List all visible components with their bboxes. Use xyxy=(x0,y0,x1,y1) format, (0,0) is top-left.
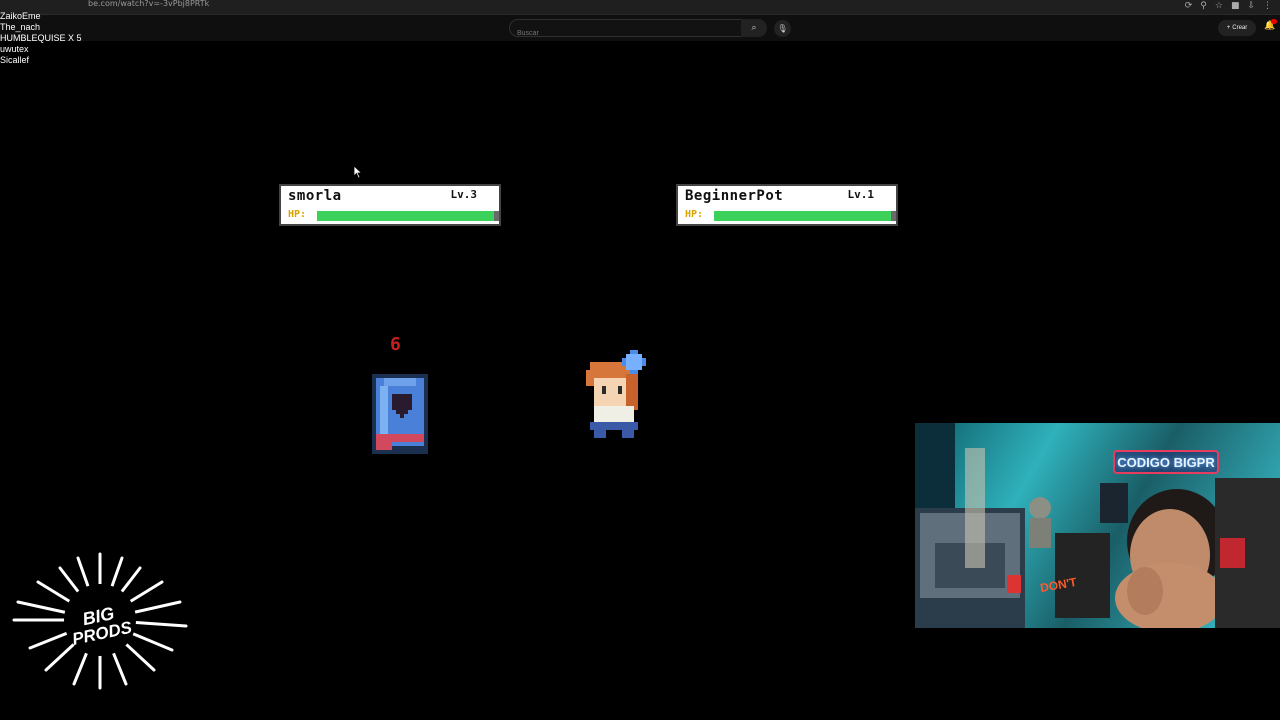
voice-search-button[interactable]: 🎙 xyxy=(774,20,791,37)
viewer-name: Sicallef xyxy=(0,55,30,65)
streamer-webcam: CODIGO BIGPR DON'T xyxy=(915,423,1280,628)
enemy-hp-bar xyxy=(714,211,896,221)
browser-toolbar-icons: ⟳ ⚲ ☆ ■ ⇩ ⋮ xyxy=(1185,1,1272,12)
enemy-name: BeginnerPot xyxy=(685,188,784,204)
notification-badge xyxy=(1271,19,1277,24)
enemy-potion-sprite xyxy=(372,374,428,454)
player-level: Lv.3 xyxy=(450,188,478,201)
search-box xyxy=(509,19,743,38)
viewer-name: uwutex xyxy=(0,44,29,54)
menu-icon[interactable]: ⋮ xyxy=(1263,1,1272,12)
player-hp-fill xyxy=(317,211,494,221)
sync-icon[interactable]: ⟳ xyxy=(1185,1,1193,12)
create-button[interactable]: + Crear xyxy=(1218,20,1256,36)
browser-top-bar: be.com/watch?v=-3vPbj8PRTk ⟳ ⚲ ☆ ■ ⇩ ⋮ xyxy=(0,0,1280,15)
enemy-level: Lv.1 xyxy=(847,188,875,201)
microphone-icon: 🎙 xyxy=(777,24,788,33)
player-name: smorla xyxy=(288,188,342,204)
enemy-status-panel: BeginnerPot Lv.1 HP: xyxy=(676,184,898,226)
enemy-hp-fill xyxy=(714,211,891,221)
viewer-name-list: ZaikoEme The_nach HUMBLEQUISE X 5 uwutex… xyxy=(0,11,82,66)
search-input[interactable] xyxy=(515,29,719,38)
neon-sign: CODIGO BIGPR xyxy=(1113,450,1219,474)
youtube-header: ⌕ 🎙 + Crear 🔔 xyxy=(0,15,1280,41)
enemy-hp-label: HP: xyxy=(685,209,704,220)
plus-icon: + xyxy=(1226,25,1231,31)
star-icon[interactable]: ☆ xyxy=(1215,1,1223,12)
search-icon: ⌕ xyxy=(751,23,757,33)
zoom-icon[interactable]: ⚲ xyxy=(1200,1,1207,12)
damage-number: 6 xyxy=(390,334,401,355)
webcam-scene-image xyxy=(915,423,1280,628)
search-button[interactable]: ⌕ xyxy=(741,19,767,37)
mouse-cursor-icon xyxy=(353,165,363,179)
address-bar-url[interactable]: be.com/watch?v=-3vPbj8PRTk xyxy=(88,0,209,8)
player-character-sprite xyxy=(586,350,646,438)
viewer-name: The_nach xyxy=(0,22,41,32)
player-status-panel: smorla Lv.3 HP: xyxy=(279,184,501,226)
big-prods-logo: BIG PRODS xyxy=(12,550,188,690)
player-hp-label: HP: xyxy=(288,209,307,220)
player-hp-bar xyxy=(317,211,499,221)
extension-icon[interactable]: ■ xyxy=(1231,1,1240,12)
create-label: Crear xyxy=(1232,25,1248,31)
download-icon[interactable]: ⇩ xyxy=(1247,1,1255,12)
viewer-name: ZaikoEme xyxy=(0,11,41,21)
viewer-name: HUMBLEQUISE X 5 xyxy=(0,33,82,43)
